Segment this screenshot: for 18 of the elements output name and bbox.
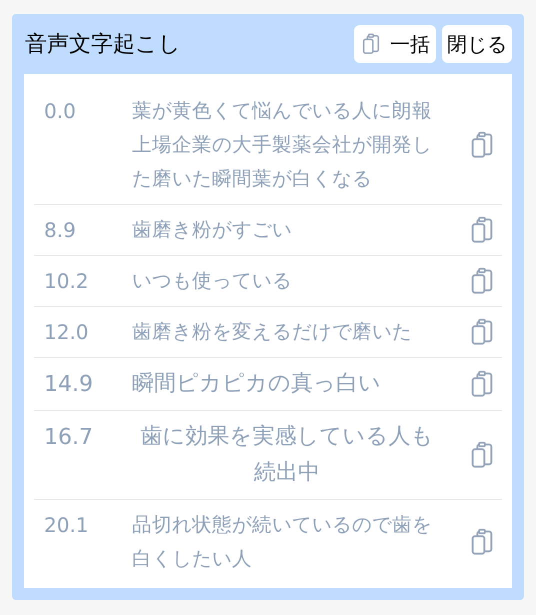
transcript-text: 歯磨き粉を変えるだけで磨いた — [132, 319, 413, 345]
transcript-text: 品切れ状態が続いているので歯を白くしたい人 — [132, 512, 433, 572]
timestamp: 16.7 — [44, 424, 93, 452]
transcript-text: いつも使っている — [132, 268, 293, 294]
timestamp: 8.9 — [44, 217, 76, 244]
transcript-text: 瞬間ピカピカの真っ白い — [132, 370, 382, 398]
transcript-text: 歯に効果を実感している人も続出中 — [140, 423, 434, 487]
panel-title: 音声文字起こし — [24, 30, 181, 58]
timestamp: 14.9 — [44, 371, 93, 399]
close-button[interactable]: 閉じる — [442, 25, 512, 63]
copy-icon[interactable] — [360, 33, 382, 55]
timestamp: 20.1 — [44, 512, 89, 539]
timestamp: 10.2 — [44, 268, 89, 295]
timestamp: 0.0 — [44, 98, 76, 125]
transcript-text: 歯磨き粉がすごい — [132, 217, 293, 243]
transcript-text: 葉が黄色くて悩んでいる人に朗報上場企業の大手製薬会社が開発した磨いた瞬間葉が白くなる — [132, 98, 433, 192]
timestamp: 12.0 — [44, 319, 89, 346]
copy-all-button[interactable]: 一括 — [354, 25, 436, 63]
